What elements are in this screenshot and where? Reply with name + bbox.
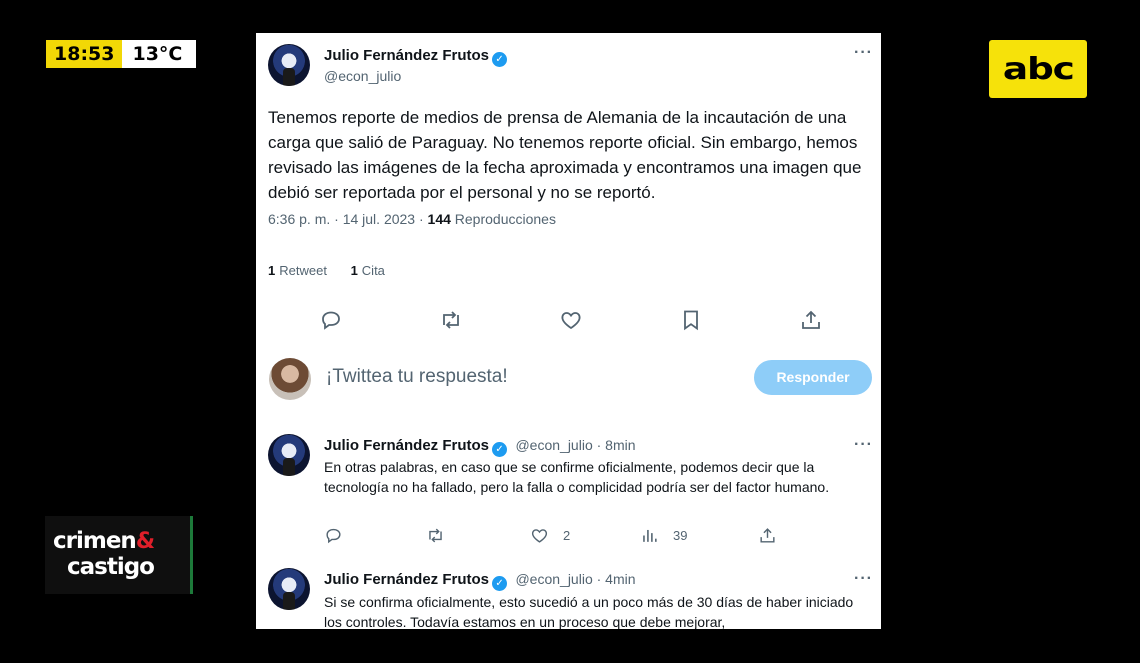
program-logo-line1: crimen& <box>53 528 155 554</box>
quotes-stat[interactable]: 1 Cita <box>351 263 385 278</box>
respond-button[interactable]: Responder <box>754 360 872 395</box>
tweet-text: Tenemos reporte de medios de prensa de A… <box>268 108 862 202</box>
reply-button[interactable] <box>319 308 343 332</box>
reply-header: Julio Fernández Frutos ✓ @econ_julio · 8m… <box>324 437 636 457</box>
retweets-label: Retweet <box>279 263 327 278</box>
reply-retweet-button[interactable] <box>426 526 445 545</box>
reply-avatar[interactable] <box>268 568 310 610</box>
crimen-castigo-logo: crimen& castigo <box>45 516 193 594</box>
abc-channel-logo: abc <box>989 40 1087 98</box>
heart-icon <box>561 312 581 330</box>
time-label: 18:53 <box>46 40 123 68</box>
like-button[interactable] <box>559 308 583 332</box>
abc-logo-text: abc <box>1002 51 1075 87</box>
reply-handle-time[interactable]: @econ_julio · 8min <box>515 437 635 453</box>
reply-text: En otras palabras, en caso que se confir… <box>324 459 830 495</box>
verified-badge-icon: ✓ <box>492 442 508 457</box>
retweets-stat[interactable]: 1 Retweet <box>268 263 327 278</box>
more-options-icon[interactable]: ··· <box>854 570 873 588</box>
verified-badge-icon: ✓ <box>492 52 508 67</box>
reply-author-name[interactable]: Julio Fernández Frutos <box>324 437 489 454</box>
program-logo-ampersand: & <box>135 529 155 554</box>
reply-views-button[interactable]: 39 <box>640 526 687 545</box>
retweets-count: 1 <box>268 263 276 278</box>
more-options-icon[interactable]: ··· <box>854 44 873 62</box>
reply-text: Si se confirma oficialmente, esto sucedi… <box>324 594 854 629</box>
share-button[interactable] <box>799 308 823 332</box>
quotes-label: Cita <box>361 263 385 278</box>
tweet-panel: Julio Fernández Frutos ✓ @econ_julio ··· … <box>256 33 881 629</box>
views-chart-icon <box>643 529 657 542</box>
author-avatar[interactable] <box>268 44 310 86</box>
views-label: Reproducciones <box>454 211 556 227</box>
program-logo-line2: castigo <box>67 554 155 580</box>
retweet-icon <box>429 528 442 543</box>
reply-avatar[interactable] <box>268 434 310 476</box>
heart-icon <box>531 529 548 543</box>
reply-header: Julio Fernández Frutos ✓ @econ_julio · 4m… <box>324 571 636 591</box>
reply-input[interactable]: ¡Twittea tu respuesta! <box>326 366 508 388</box>
temperature-label: 13°C <box>122 40 197 68</box>
bookmark-button[interactable] <box>679 308 703 332</box>
more-options-icon[interactable]: ··· <box>854 436 873 454</box>
user-avatar <box>269 358 311 400</box>
like-count: 2 <box>563 528 571 543</box>
reply-icon <box>322 311 340 330</box>
views-count-reply: 39 <box>673 528 688 543</box>
author-handle[interactable]: @econ_julio <box>324 68 401 84</box>
clock-overlay: 18:53 13°C <box>46 40 197 68</box>
verified-badge-icon: ✓ <box>492 576 508 591</box>
reply-author-name[interactable]: Julio Fernández Frutos <box>324 571 489 588</box>
reply-icon <box>326 528 341 544</box>
retweet-icon <box>443 311 459 329</box>
author-name[interactable]: Julio Fernández Frutos <box>324 47 489 64</box>
reply-share-button[interactable] <box>758 526 777 545</box>
tweet-meta: 6:36 p. m. · 14 jul. 2023 · 144 Reproduc… <box>268 211 556 227</box>
quotes-count: 1 <box>350 263 358 278</box>
reply-handle-time[interactable]: @econ_julio · 4min <box>515 571 635 587</box>
tweet-timestamp[interactable]: 6:36 p. m. · 14 jul. 2023 · <box>268 211 428 227</box>
bookmark-icon <box>684 310 698 331</box>
reply-reply-button[interactable] <box>324 526 343 545</box>
program-logo-word1: crimen <box>53 528 137 554</box>
tweet-stats: 1 Retweet 1 Cita <box>268 263 385 278</box>
views-count: 144 <box>427 211 451 227</box>
share-icon <box>802 310 820 329</box>
reply-like-button[interactable]: 2 <box>530 526 570 545</box>
share-icon <box>760 528 775 543</box>
author-name-row: Julio Fernández Frutos ✓ <box>324 47 508 67</box>
retweet-button[interactable] <box>439 308 463 332</box>
